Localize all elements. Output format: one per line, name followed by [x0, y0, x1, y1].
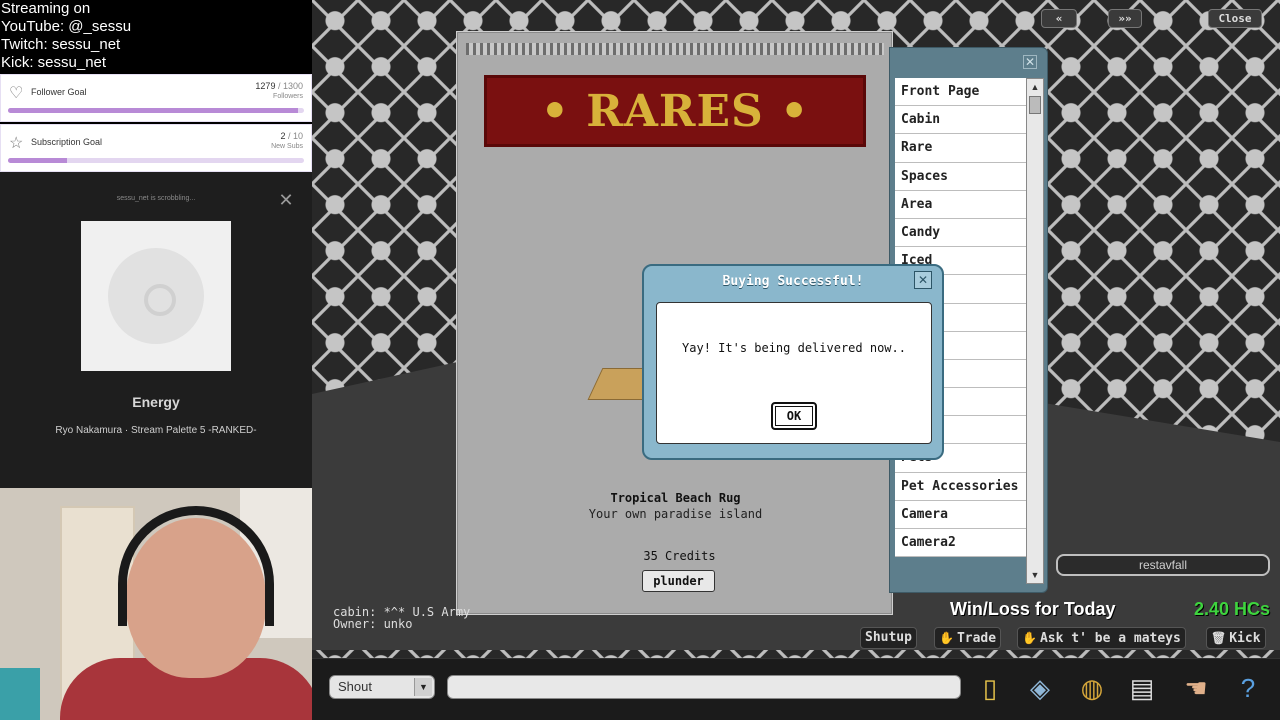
- close-icon[interactable]: ✕: [278, 191, 294, 209]
- category-item[interactable]: Camera2: [895, 529, 1026, 558]
- stream-line: Kick: sessu_net: [1, 54, 107, 71]
- scrobbler-widget: sessu_net is scrobbling... ✕ Energy Ryo …: [0, 172, 312, 488]
- star-icon: ☆: [9, 135, 24, 152]
- close-button[interactable]: Close: [1208, 9, 1262, 28]
- phone-icon[interactable]: ▯: [972, 670, 1008, 706]
- disc-icon: [108, 248, 204, 344]
- player-name-tag: restavfall: [1056, 554, 1270, 576]
- goal-progress: [8, 108, 304, 113]
- kick-button[interactable]: 🗑 Kick: [1206, 627, 1266, 649]
- artist-line: Ryo Nakamura · Stream Palette 5 -RANKED-: [55, 425, 257, 436]
- heart-icon: ♡: [9, 85, 24, 102]
- room-info: cabin: *^* U.S Army Owner: unko: [333, 606, 470, 630]
- dialog-title: Buying Successful!: [722, 274, 864, 289]
- category-item[interactable]: Spaces: [895, 162, 1026, 191]
- hcs-value: 2.40 HCs: [1194, 599, 1271, 619]
- product-description: Your own paradise island: [588, 507, 763, 521]
- hand-icon: ✋: [1022, 631, 1037, 645]
- catalog-spiral: [466, 43, 884, 55]
- goal-progress: [8, 158, 304, 163]
- shutup-button[interactable]: Shutup: [860, 627, 917, 649]
- chat-mode-value: Shout: [338, 679, 372, 694]
- chevron-down-icon[interactable]: ▼: [414, 678, 432, 696]
- stream-line: Twitch: sessu_net: [1, 36, 121, 53]
- scrobble-status: sessu_net is scrobbling...: [116, 195, 196, 202]
- credits-icon[interactable]: ◍: [1074, 670, 1110, 706]
- dialog-message: Yay! It's being delivered now..: [682, 341, 906, 355]
- stream-info: Streaming on YouTube: @_sessu Twitch: se…: [0, 0, 312, 74]
- category-item[interactable]: Pet Accessories: [895, 472, 1026, 501]
- hand-icon: ✋: [939, 631, 954, 645]
- category-item[interactable]: Front Page: [895, 78, 1026, 107]
- hand-icon[interactable]: ☚: [1178, 670, 1214, 706]
- winloss-label: Win/Loss for Today: [950, 599, 1116, 619]
- webcam-feed: [0, 488, 312, 720]
- product-price: 35 Credits: [643, 549, 716, 563]
- chat-mode-select[interactable]: Shout ▼: [329, 675, 435, 699]
- goal-title: Follower Goal: [31, 87, 87, 97]
- close-icon[interactable]: ✕: [914, 271, 932, 289]
- close-icon[interactable]: ✕: [1023, 55, 1037, 69]
- stream-line: Streaming on: [1, 0, 91, 17]
- goal-unit: New Subs: [271, 143, 303, 150]
- rares-banner: • RARES •: [484, 75, 866, 147]
- category-item[interactable]: Candy: [895, 218, 1026, 248]
- chat-input[interactable]: [447, 675, 961, 699]
- back-button[interactable]: «: [1041, 9, 1077, 28]
- category-item[interactable]: Camera: [895, 500, 1026, 529]
- ask-mateys-button[interactable]: ✋ Ask t' be a mateys: [1017, 627, 1186, 649]
- goal-unit: Followers: [273, 93, 303, 100]
- subscription-goal: ☆ Subscription Goal 2 / 10 New Subs: [0, 124, 312, 172]
- goal-count: 1279 / 1300: [255, 81, 303, 91]
- webcam-shelf: [0, 668, 40, 720]
- scroll-down-icon[interactable]: ▼: [1029, 569, 1041, 581]
- category-item[interactable]: Area: [895, 190, 1026, 219]
- album-art: [81, 221, 231, 371]
- goal-count: 2 / 10: [280, 131, 303, 141]
- category-item[interactable]: Cabin: [895, 106, 1026, 135]
- forward-button[interactable]: »»: [1108, 9, 1142, 28]
- plunder-button[interactable]: plunder: [642, 570, 715, 592]
- navigator-icon[interactable]: ◈: [1022, 670, 1058, 706]
- help-icon[interactable]: ?: [1230, 670, 1266, 706]
- scroll-up-icon[interactable]: ▲: [1029, 81, 1041, 93]
- catalog-icon[interactable]: ▤: [1124, 670, 1160, 706]
- category-scrollbar[interactable]: ▲ ▼: [1026, 78, 1044, 584]
- trade-button[interactable]: ✋ Trade: [934, 627, 1002, 649]
- ok-button[interactable]: OK: [771, 402, 817, 430]
- trash-icon: 🗑: [1211, 631, 1227, 645]
- goal-title: Subscription Goal: [31, 137, 103, 147]
- stream-line: YouTube: @_sessu: [1, 18, 132, 35]
- category-item[interactable]: Rare: [895, 134, 1026, 163]
- dialog-body: Yay! It's being delivered now.. OK: [656, 302, 932, 444]
- song-title: Energy: [132, 394, 180, 410]
- room-owner: Owner: unko: [333, 617, 413, 631]
- follower-goal: ♡ Follower Goal 1279 / 1300 Followers: [0, 74, 312, 122]
- product-name: Tropical Beach Rug: [610, 491, 741, 505]
- buying-success-dialog: Buying Successful! ✕ Yay! It's being del…: [642, 264, 944, 460]
- scroll-thumb[interactable]: [1029, 96, 1041, 114]
